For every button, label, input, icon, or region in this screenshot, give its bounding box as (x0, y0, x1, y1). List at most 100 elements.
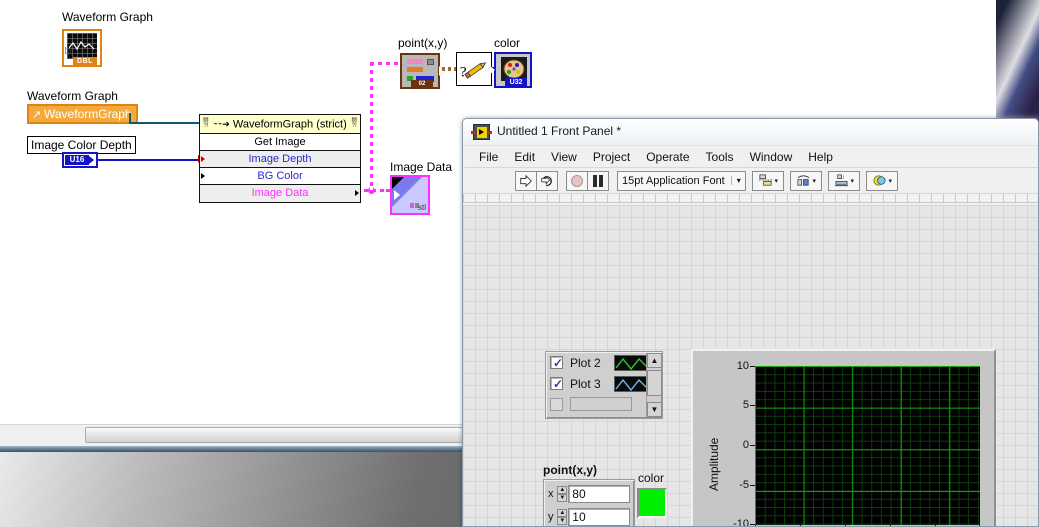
run-arrow-icon (520, 174, 532, 187)
menu-file[interactable]: File (471, 148, 506, 166)
point-y-spinner[interactable]: ▲ ▼ (557, 509, 568, 525)
point-x-spinner[interactable]: ▲ ▼ (557, 486, 568, 502)
font-selector[interactable]: 15pt Application Font ▾ (617, 170, 746, 191)
property-row-bg-color[interactable]: BG Color (200, 168, 360, 185)
plot-3-style-swatch[interactable] (614, 375, 648, 392)
property-row-image-data-output-terminal[interactable] (355, 190, 359, 196)
wire-ref-horizontal (129, 122, 199, 124)
reference-arrow-icon: ↗ (32, 109, 42, 121)
plot-legend-scroll-down[interactable]: ▼ (647, 402, 662, 417)
plot-legend-scroll-thumb[interactable] (647, 370, 662, 396)
graph-y-axis-label: Amplitude (707, 437, 721, 491)
spinner-up-icon[interactable]: ▲ (557, 509, 568, 517)
resize-objects-button[interactable]: ↕ ▾ (827, 170, 860, 191)
waveform-graph-ref-label: Waveform Graph (27, 89, 118, 103)
waveform-graph-plot-area[interactable] (755, 366, 980, 525)
point-xy-cluster[interactable]: x ▲ ▼ 80 y ▲ ▼ 10 (543, 479, 635, 526)
menu-window[interactable]: Window (742, 148, 801, 166)
cluster-icon-box (427, 59, 434, 65)
plot-2-checkbox[interactable]: ✓ (550, 356, 564, 370)
image-color-depth-terminal[interactable]: U16 (62, 152, 98, 168)
front-panel-menubar[interactable]: File Edit View Project Operate Tools Win… (463, 146, 1038, 168)
svg-text:↕: ↕ (841, 175, 844, 181)
wire-image-data-up (370, 62, 373, 190)
menu-project[interactable]: Project (585, 148, 638, 166)
distribute-objects-button[interactable]: ▾ (789, 170, 822, 191)
plot-legend-scrollbar[interactable]: ▲ ▼ (646, 353, 662, 417)
point-y-value[interactable]: 10 (568, 508, 630, 526)
point-y-control[interactable]: y ▲ ▼ 10 (548, 507, 630, 526)
property-node-left-badge-icon: ▤?! (203, 117, 209, 129)
color-indicator-type: U32 (505, 78, 527, 87)
wire-image-data-to-point (370, 62, 400, 65)
check-icon: ✓ (553, 356, 564, 370)
plot-legend-row-1[interactable]: ✓ Plot 3 (546, 373, 662, 394)
font-selector-value: 15pt Application Font (622, 174, 725, 187)
front-panel-titlebar[interactable]: Untitled 1 Front Panel * (463, 119, 1038, 146)
graph-y-tick-5: 5 (742, 399, 749, 411)
run-button[interactable] (515, 170, 537, 191)
color-input-arrow-icon (489, 65, 495, 75)
svg-text:stl: stl (418, 203, 426, 212)
spinner-down-icon[interactable]: ▼ (557, 494, 568, 502)
graph-y-tickmark-5 (750, 405, 755, 406)
property-node-header: ▤?! ⁃⁃➔ WaveformGraph (strict) ▤?! (200, 115, 360, 134)
front-panel-canvas[interactable]: ✓ Plot 2 ✓ Plot 3 ▲ ▼ point(x,y) x ▲ ▼ 8… (463, 205, 1038, 526)
plot-legend-empty-swatch[interactable] (570, 397, 632, 411)
graph-y-tickmark-0 (750, 445, 755, 446)
check-icon: ✓ (553, 377, 564, 391)
plot-legend-row-0[interactable]: ✓ Plot 2 (546, 352, 662, 373)
waveform-trace-icon (69, 40, 95, 51)
pause-button[interactable] (587, 170, 609, 191)
chevron-down-icon[interactable]: ▾ (889, 177, 893, 185)
waveform-graph-terminal[interactable]: ▷ DBL (62, 29, 102, 67)
align-objects-button[interactable]: ▾ (751, 170, 784, 191)
menu-edit[interactable]: Edit (506, 148, 543, 166)
pause-icon (593, 174, 603, 187)
color-indicator-terminal[interactable]: U32 (489, 52, 532, 88)
property-row-image-data[interactable]: Image Data (200, 185, 360, 202)
plot-3-checkbox[interactable]: ✓ (550, 377, 564, 391)
property-row-image-depth-input-terminal[interactable] (201, 156, 205, 162)
spinner-down-icon[interactable]: ▼ (557, 517, 568, 525)
cluster-icon-bar-1 (407, 59, 423, 64)
cluster-icon-bar-2 (407, 67, 423, 72)
waveform-graph[interactable]: Amplitude 10 5 0 -5 -10 0 20 40 (691, 349, 996, 526)
menu-operate[interactable]: Operate (638, 148, 697, 166)
plot-2-style-swatch[interactable] (614, 354, 648, 371)
point-x-control[interactable]: x ▲ ▼ 80 (548, 484, 630, 504)
image-data-indicator-terminal[interactable]: stl (390, 175, 430, 215)
graph-y-tick-10: 10 (736, 360, 749, 372)
plot-legend-empty-checkbox[interactable] (550, 397, 563, 411)
plot-legend[interactable]: ✓ Plot 2 ✓ Plot 3 ▲ ▼ (545, 351, 663, 419)
plot-legend-row-empty[interactable] (546, 394, 662, 414)
chevron-down-icon[interactable]: ▾ (730, 176, 741, 185)
menu-tools[interactable]: Tools (698, 148, 742, 166)
point-x-value[interactable]: 80 (568, 485, 630, 503)
waveform-graph-reference-node[interactable]: ↗ WaveformGraph (27, 104, 138, 124)
run-continuously-button[interactable] (536, 170, 558, 191)
abort-execution-button[interactable] (566, 170, 588, 191)
color-indicator-swatch[interactable] (637, 488, 667, 518)
distribute-objects-icon (797, 175, 809, 186)
menu-help[interactable]: Help (800, 148, 841, 166)
point-xy-terminal[interactable]: 02 (400, 53, 445, 89)
waveform-graph-property-node[interactable]: ▤?! ⁃⁃➔ WaveformGraph (strict) ▤?! Get I… (199, 114, 361, 203)
reorder-objects-button[interactable]: ▾ (865, 170, 898, 191)
property-row-image-depth[interactable]: Image Depth (200, 151, 360, 168)
front-panel-toolbar[interactable]: 15pt Application Font ▾ ▾ ▾ ↕ ▾ ▾ (463, 168, 1038, 194)
chevron-down-icon[interactable]: ▾ (851, 177, 855, 185)
property-row-bg-color-input-terminal[interactable] (201, 173, 205, 179)
chevron-down-icon[interactable]: ▾ (813, 177, 817, 185)
front-panel-ruler (463, 194, 1038, 203)
chevron-down-icon[interactable]: ▾ (775, 177, 779, 185)
property-row-get-image[interactable]: Get Image (200, 134, 360, 151)
unbundle-function-node[interactable]: ? (456, 52, 492, 86)
spinner-up-icon[interactable]: ▲ (557, 486, 568, 494)
plot-legend-scroll-up[interactable]: ▲ (647, 353, 662, 368)
waveform-graph-icon-label: Waveform Graph (62, 10, 153, 24)
front-panel-window[interactable]: Untitled 1 Front Panel * File Edit View … (462, 118, 1039, 527)
property-row-bg-color-label: BG Color (257, 170, 303, 182)
color-indicator-label: color (638, 471, 665, 485)
menu-view[interactable]: View (543, 148, 585, 166)
